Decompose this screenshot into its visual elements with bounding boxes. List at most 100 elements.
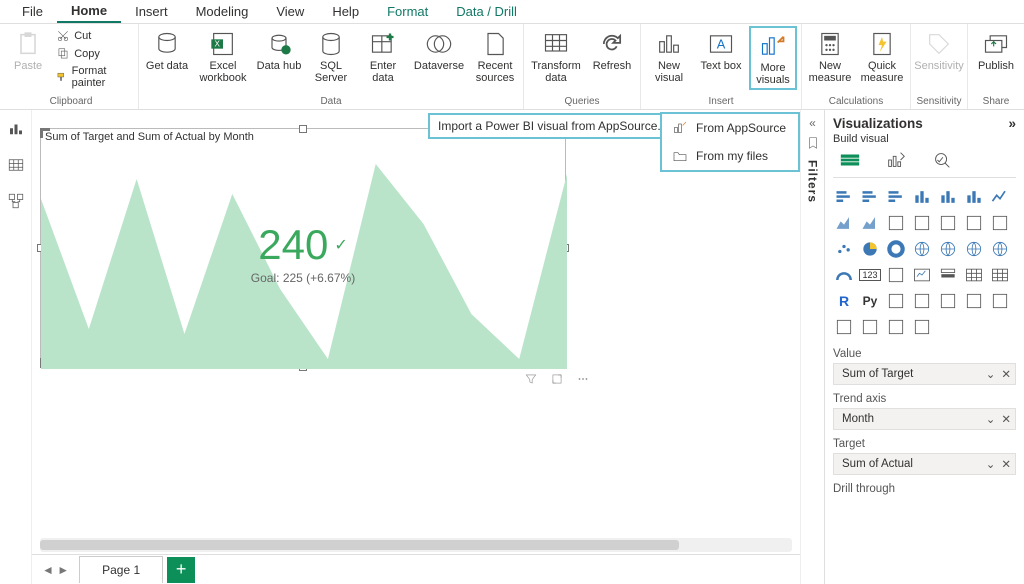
get-data-button[interactable]: Get data	[143, 26, 191, 72]
viz-type-treemap[interactable]	[911, 238, 933, 260]
paste-button[interactable]: Paste	[8, 26, 48, 72]
viz-type-bar-stacked[interactable]	[833, 186, 855, 208]
quick-measure-button[interactable]: Quick measure	[858, 26, 906, 84]
report-canvas[interactable]: Sum of Target and Sum of Actual by Month…	[32, 110, 800, 534]
viz-type-table[interactable]	[963, 264, 985, 286]
more-visuals-icon	[759, 32, 787, 60]
viz-type-power-apps[interactable]	[885, 316, 907, 338]
sensitivity-button[interactable]: Sensitivity	[915, 26, 963, 72]
analytics-tab-icon[interactable]	[931, 149, 953, 171]
expand-filters-icon[interactable]: «	[809, 116, 816, 130]
trend-well[interactable]: Month⌄✕	[833, 408, 1016, 430]
excel-icon: X	[209, 30, 237, 58]
page-tab-1[interactable]: Page 1	[79, 556, 163, 583]
viz-type-filled-map[interactable]	[963, 238, 985, 260]
tab-format[interactable]: Format	[373, 1, 442, 22]
enter-data-button[interactable]: Enter data	[359, 26, 407, 84]
tab-home[interactable]: Home	[57, 0, 121, 23]
viz-type-scatter[interactable]	[833, 238, 855, 260]
viz-type-line-column[interactable]	[885, 212, 907, 234]
format-tab-icon[interactable]	[885, 149, 907, 171]
chevron-down-icon[interactable]: ⌄	[986, 367, 996, 381]
viz-type-line[interactable]	[989, 186, 1011, 208]
cut-button[interactable]: Cut	[52, 28, 134, 44]
tab-view[interactable]: View	[262, 1, 318, 22]
viz-type-gauge[interactable]	[833, 264, 855, 286]
target-well[interactable]: Sum of Actual⌄✕	[833, 453, 1016, 475]
data-view-icon[interactable]	[7, 156, 25, 174]
table-add-icon	[369, 30, 397, 58]
viz-type-matrix[interactable]	[989, 264, 1011, 286]
tab-data-drill[interactable]: Data / Drill	[442, 1, 531, 22]
viz-type-map[interactable]	[937, 238, 959, 260]
viz-type-r-visual[interactable]: R	[833, 290, 855, 312]
viz-type-bar-100[interactable]	[885, 186, 907, 208]
page-nav-arrows[interactable]: ◄ ►	[32, 563, 79, 577]
viz-type-ribbon[interactable]	[937, 212, 959, 234]
model-view-icon[interactable]	[7, 192, 25, 210]
new-measure-button[interactable]: New measure	[806, 26, 854, 84]
tab-insert[interactable]: Insert	[121, 1, 182, 22]
menu-from-appsource[interactable]: From AppSource	[662, 114, 798, 142]
chevron-down-icon[interactable]: ⌄	[986, 457, 996, 471]
viz-type-py-visual[interactable]: Py	[859, 290, 881, 312]
refresh-button[interactable]: Refresh	[588, 26, 636, 72]
recent-sources-button[interactable]: Recent sources	[471, 26, 519, 84]
add-page-button[interactable]: +	[167, 557, 195, 583]
viz-type-column-stacked[interactable]	[911, 186, 933, 208]
viz-type-column-clustered[interactable]	[937, 186, 959, 208]
filter-icon[interactable]	[524, 372, 538, 386]
more-options-icon[interactable]	[576, 372, 590, 386]
tab-help[interactable]: Help	[318, 1, 373, 22]
viz-type-narrative[interactable]	[963, 290, 985, 312]
transform-data-button[interactable]: Transform data	[528, 26, 584, 84]
viz-type-slicer[interactable]	[937, 264, 959, 286]
copy-button[interactable]: Copy	[52, 46, 134, 62]
viz-type-area-stacked[interactable]	[859, 212, 881, 234]
viz-type-donut[interactable]	[885, 238, 907, 260]
menu-from-my-files[interactable]: From my files	[662, 142, 798, 170]
expand-pane-icon[interactable]: »	[1008, 116, 1016, 131]
viz-type-area[interactable]	[833, 212, 855, 234]
tab-file[interactable]: File	[8, 1, 57, 22]
remove-icon[interactable]: ✕	[1001, 457, 1011, 471]
kpi-visual[interactable]: Sum of Target and Sum of Actual by Month…	[40, 128, 566, 368]
viz-type-multi-card[interactable]	[885, 264, 907, 286]
remove-icon[interactable]: ✕	[1001, 412, 1011, 426]
viz-type-azure-map[interactable]	[989, 238, 1011, 260]
viz-type-key-influencer[interactable]	[885, 290, 907, 312]
viz-type-arcgis[interactable]	[859, 316, 881, 338]
text-box-button[interactable]: AText box	[697, 26, 745, 72]
report-view-icon[interactable]	[7, 120, 25, 138]
viz-type-paginated[interactable]	[833, 316, 855, 338]
viz-type-funnel[interactable]	[989, 212, 1011, 234]
viz-type-goals[interactable]	[989, 290, 1011, 312]
sql-button[interactable]: SQL Server	[307, 26, 355, 84]
new-visual-button[interactable]: New visual	[645, 26, 693, 84]
viz-type-waterfall[interactable]	[963, 212, 985, 234]
viz-type-qna[interactable]	[937, 290, 959, 312]
tab-modeling[interactable]: Modeling	[182, 1, 263, 22]
dataverse-button[interactable]: Dataverse	[411, 26, 467, 72]
data-hub-button[interactable]: Data hub	[255, 26, 303, 72]
chevron-down-icon[interactable]: ⌄	[986, 412, 996, 426]
excel-button[interactable]: XExcel workbook	[195, 26, 251, 84]
trend-label: Trend axis	[833, 393, 1016, 405]
format-painter-button[interactable]: Format painter	[52, 64, 134, 90]
bookmark-icon[interactable]	[806, 136, 820, 150]
build-tab-icon[interactable]	[839, 149, 861, 171]
viz-type-pie[interactable]	[859, 238, 881, 260]
viz-type-kpi[interactable]	[911, 264, 933, 286]
more-visuals-button[interactable]: More visuals	[749, 26, 797, 90]
viz-type-column-100[interactable]	[963, 186, 985, 208]
value-well[interactable]: Sum of Target⌄✕	[833, 363, 1016, 385]
viz-type-decomp-tree[interactable]	[911, 290, 933, 312]
viz-type-power-automate[interactable]	[911, 316, 933, 338]
viz-type-line-column-stacked[interactable]	[911, 212, 933, 234]
horizontal-scrollbar[interactable]	[40, 538, 792, 552]
viz-type-card[interactable]: 123	[859, 264, 881, 286]
viz-type-bar-clustered[interactable]	[859, 186, 881, 208]
focus-mode-icon[interactable]	[550, 372, 564, 386]
remove-icon[interactable]: ✕	[1001, 367, 1011, 381]
publish-button[interactable]: Publish	[972, 26, 1020, 72]
